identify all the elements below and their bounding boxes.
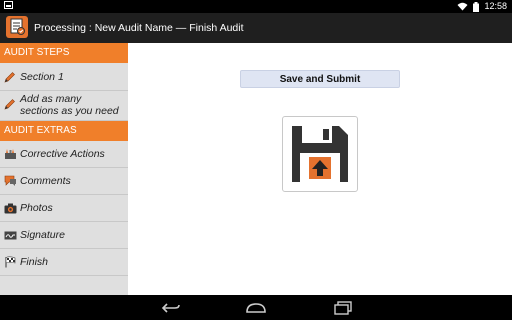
sidebar: AUDIT STEPS Section 1 Add as many sectio…	[0, 43, 128, 295]
page-title: Processing : New Audit Name — Finish Aud…	[34, 22, 244, 34]
sidebar-item-label: Photos	[20, 202, 53, 214]
recent-apps-button[interactable]	[332, 299, 354, 316]
audit-app-logo[interactable]	[6, 16, 28, 38]
pencil-icon	[3, 70, 17, 84]
status-time: 12:58	[484, 1, 507, 11]
wifi-icon	[457, 2, 468, 11]
home-icon	[246, 302, 266, 313]
save-and-submit-button[interactable]: Save and Submit	[240, 70, 400, 88]
sidebar-item-comments[interactable]: Comments	[0, 168, 128, 195]
sidebar-item-corrective-actions[interactable]: Corrective Actions	[0, 141, 128, 168]
comment-icon	[3, 174, 17, 188]
audit-steps-header: AUDIT STEPS	[0, 43, 128, 63]
status-bar: 12:58	[0, 0, 512, 13]
sidebar-item-label: Finish	[20, 256, 49, 268]
sidebar-item-label: Add as many sections as you need	[20, 93, 119, 117]
sidebar-item-signature[interactable]: Signature	[0, 222, 128, 249]
tools-icon	[3, 147, 17, 161]
sidebar-item-add-sections[interactable]: Add as many sections as you need	[0, 91, 128, 121]
camera-icon	[3, 201, 17, 215]
pencil-icon	[3, 97, 17, 111]
back-icon	[161, 302, 180, 313]
sidebar-item-photos[interactable]: Photos	[0, 195, 128, 222]
sidebar-item-label: Section 1	[20, 70, 64, 83]
sidebar-item-label: Corrective Actions	[20, 148, 105, 160]
sidebar-item-section-1[interactable]: Section 1	[0, 63, 128, 91]
main-content: Save and Submit	[128, 43, 512, 295]
signature-icon	[3, 228, 17, 242]
navigation-bar	[0, 295, 512, 320]
save-upload-button[interactable]	[282, 116, 358, 192]
back-button[interactable]	[160, 299, 182, 316]
audit-extras-header: AUDIT EXTRAS	[0, 121, 128, 141]
sidebar-item-label: Comments	[20, 175, 71, 187]
sidebar-item-finish[interactable]: Finish	[0, 249, 128, 276]
recent-apps-icon	[334, 300, 352, 315]
notification-icon	[4, 1, 13, 9]
action-bar: Processing : New Audit Name — Finish Aud…	[0, 13, 512, 43]
battery-icon	[473, 1, 480, 12]
checkered-flag-icon	[3, 255, 17, 269]
sidebar-item-label: Signature	[20, 229, 65, 241]
home-button[interactable]	[245, 299, 267, 316]
save-upload-icon	[292, 126, 348, 182]
